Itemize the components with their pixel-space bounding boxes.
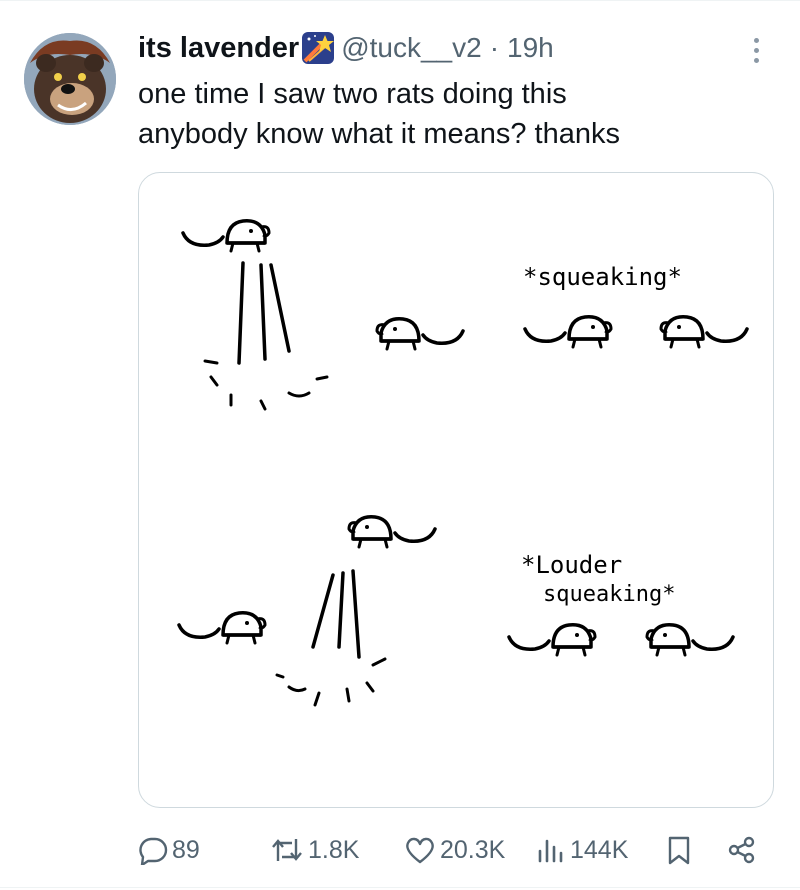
caption-squeaking: *squeaking* (523, 263, 682, 291)
avatar[interactable] (24, 33, 116, 125)
top-divider (0, 0, 800, 1)
bookmark-button[interactable] (666, 826, 692, 874)
media-image[interactable]: *squeaking* *Louder squeaking* (138, 172, 774, 808)
view-count: 144K (570, 835, 629, 864)
rat-jumping-bottom (275, 515, 437, 707)
heart-icon (406, 837, 434, 864)
rat-louder-left (507, 623, 597, 657)
repost-button[interactable]: 1.8K (270, 826, 359, 874)
rat-jumping-top-left (181, 219, 329, 411)
action-bar: 89 1.8K 20.3K 144K (138, 826, 774, 874)
views-bar-chart-icon (538, 839, 563, 863)
separator-dot: · (489, 32, 500, 63)
post-time[interactable]: 19h (507, 32, 554, 64)
rat-louder-right (645, 623, 735, 657)
repost-icon (272, 839, 302, 861)
caption-louder: *Louder (521, 551, 622, 579)
reply-icon (139, 837, 168, 865)
tweet-header: its lavender @tuck__v2 · 19h (138, 28, 554, 68)
more-dots-icon (753, 37, 759, 43)
more-options-button[interactable] (742, 32, 770, 68)
shooting-star-icon (301, 31, 335, 65)
share-button[interactable] (726, 826, 756, 874)
tweet-text-line-1: one time I saw two rats doing this (138, 78, 567, 110)
rat-squeaking-right (659, 315, 749, 349)
repost-count: 1.8K (308, 835, 360, 864)
bookmark-icon (668, 836, 690, 865)
reply-count: 89 (172, 835, 200, 864)
views-button[interactable]: 144K (536, 826, 628, 874)
display-name[interactable]: its lavender (138, 32, 299, 65)
bottom-divider (0, 887, 800, 888)
caption-louder-squeaking: squeaking* (543, 582, 675, 607)
user-handle[interactable]: @tuck__v2 (341, 32, 482, 64)
like-button[interactable]: 20.3K (404, 826, 505, 874)
rat-sitting-bottom-left (177, 611, 267, 645)
rat-sitting-top (375, 317, 465, 351)
share-icon (728, 836, 755, 864)
like-count: 20.3K (440, 835, 506, 864)
rat-squeaking-left (523, 315, 613, 349)
bear-avatar-icon (24, 33, 116, 125)
rat-drawing-image: *squeaking* *Louder squeaking* (177, 219, 749, 707)
tweet-text: one time I saw two rats doing this anybo… (138, 74, 758, 154)
tweet-text-line-2: anybody know what it means? thanks (138, 118, 620, 150)
reply-button[interactable]: 89 (138, 826, 200, 874)
